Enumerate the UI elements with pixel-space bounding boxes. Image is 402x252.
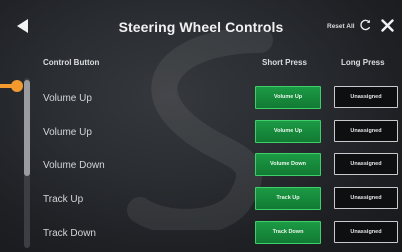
long-press-button[interactable]: Unassigned bbox=[334, 86, 398, 108]
list-item: Volume Down Volume Down Unassigned bbox=[34, 150, 402, 183]
short-press-button[interactable]: Volume Up bbox=[255, 120, 321, 143]
refresh-icon[interactable] bbox=[359, 19, 371, 31]
back-arrow-icon[interactable] bbox=[17, 19, 28, 33]
long-press-button[interactable]: Unassigned bbox=[334, 221, 398, 243]
long-press-button[interactable]: Unassigned bbox=[334, 187, 398, 209]
short-press-button[interactable]: Volume Down bbox=[255, 153, 321, 176]
reset-all-button[interactable]: Reset All bbox=[327, 23, 355, 30]
top-bar: Steering Wheel Controls Reset All bbox=[0, 0, 402, 50]
column-header-long-press: Long Press bbox=[341, 58, 385, 67]
long-press-button[interactable]: Unassigned bbox=[334, 153, 398, 175]
long-press-button[interactable]: Unassigned bbox=[334, 120, 398, 142]
short-press-button[interactable]: Volume Up bbox=[255, 86, 321, 109]
control-button-label: Volume Up bbox=[43, 127, 92, 138]
list-item: Volume Up Volume Up Unassigned bbox=[34, 83, 402, 116]
short-press-button[interactable]: Track Up bbox=[255, 187, 321, 210]
list-item: Volume Up Volume Up Unassigned bbox=[34, 117, 402, 150]
list-item: Track Up Track Up Unassigned bbox=[34, 184, 402, 217]
page-title: Steering Wheel Controls bbox=[118, 19, 284, 35]
control-button-label: Track Down bbox=[43, 228, 96, 239]
short-press-button[interactable]: Track Down bbox=[255, 221, 321, 244]
list-item: Track Down Track Down Unassigned bbox=[34, 218, 402, 251]
control-button-label: Volume Up bbox=[43, 93, 92, 104]
scroll-indicator-knob[interactable] bbox=[11, 80, 23, 92]
close-icon[interactable] bbox=[381, 19, 394, 32]
column-header-short-press: Short Press bbox=[262, 58, 307, 67]
steering-wheel-controls-screen: Steering Wheel Controls Reset All Contro… bbox=[0, 0, 402, 252]
control-button-label: Volume Down bbox=[43, 160, 105, 171]
scrollbar-thumb[interactable] bbox=[24, 80, 30, 176]
column-header-control-button: Control Button bbox=[43, 58, 100, 67]
control-button-label: Track Up bbox=[43, 194, 84, 205]
